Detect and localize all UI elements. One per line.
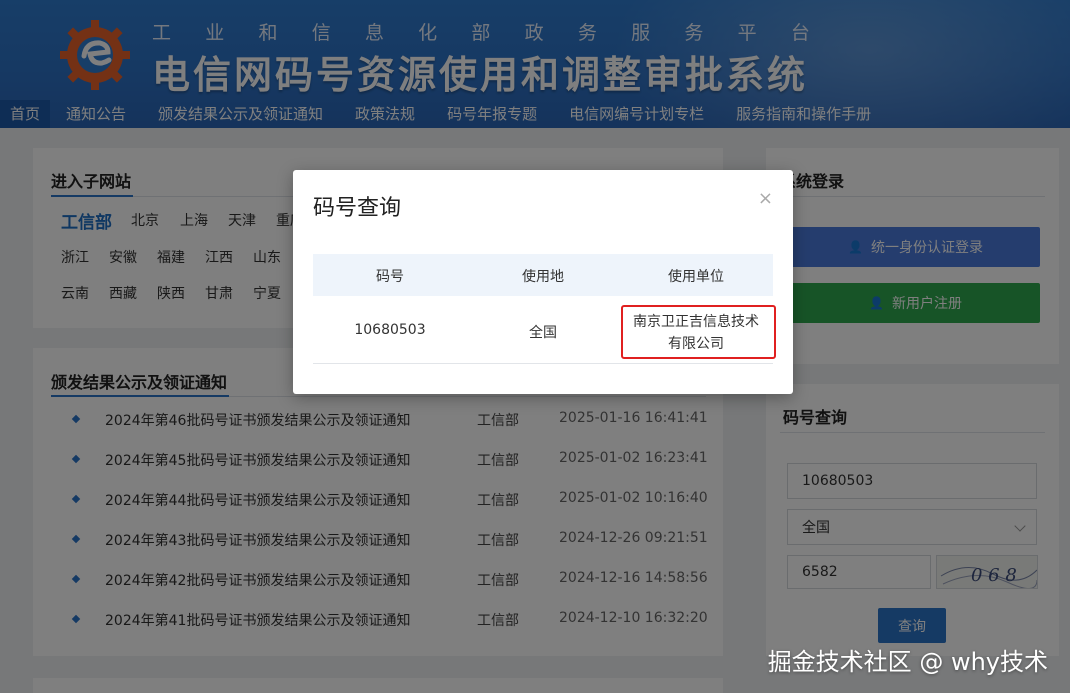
column-header-region: 使用地 [522, 269, 564, 285]
highlight-box [621, 305, 776, 359]
column-header-number: 码号 [376, 269, 404, 285]
result-table-header: 码号 使用地 使用单位 [313, 254, 773, 296]
watermark-text: 掘金技术社区 @ why技术 [767, 648, 1048, 676]
close-icon[interactable]: × [758, 188, 773, 209]
query-result-dialog: 码号查询 × 码号 使用地 使用单位 10680503 全国 南京卫正吉信息技术… [293, 170, 793, 394]
result-number: 10680503 [354, 322, 426, 338]
column-header-unit: 使用单位 [668, 269, 724, 285]
result-region: 全国 [529, 325, 557, 341]
dialog-title: 码号查询 [313, 196, 402, 221]
table-row-divider [313, 363, 773, 364]
